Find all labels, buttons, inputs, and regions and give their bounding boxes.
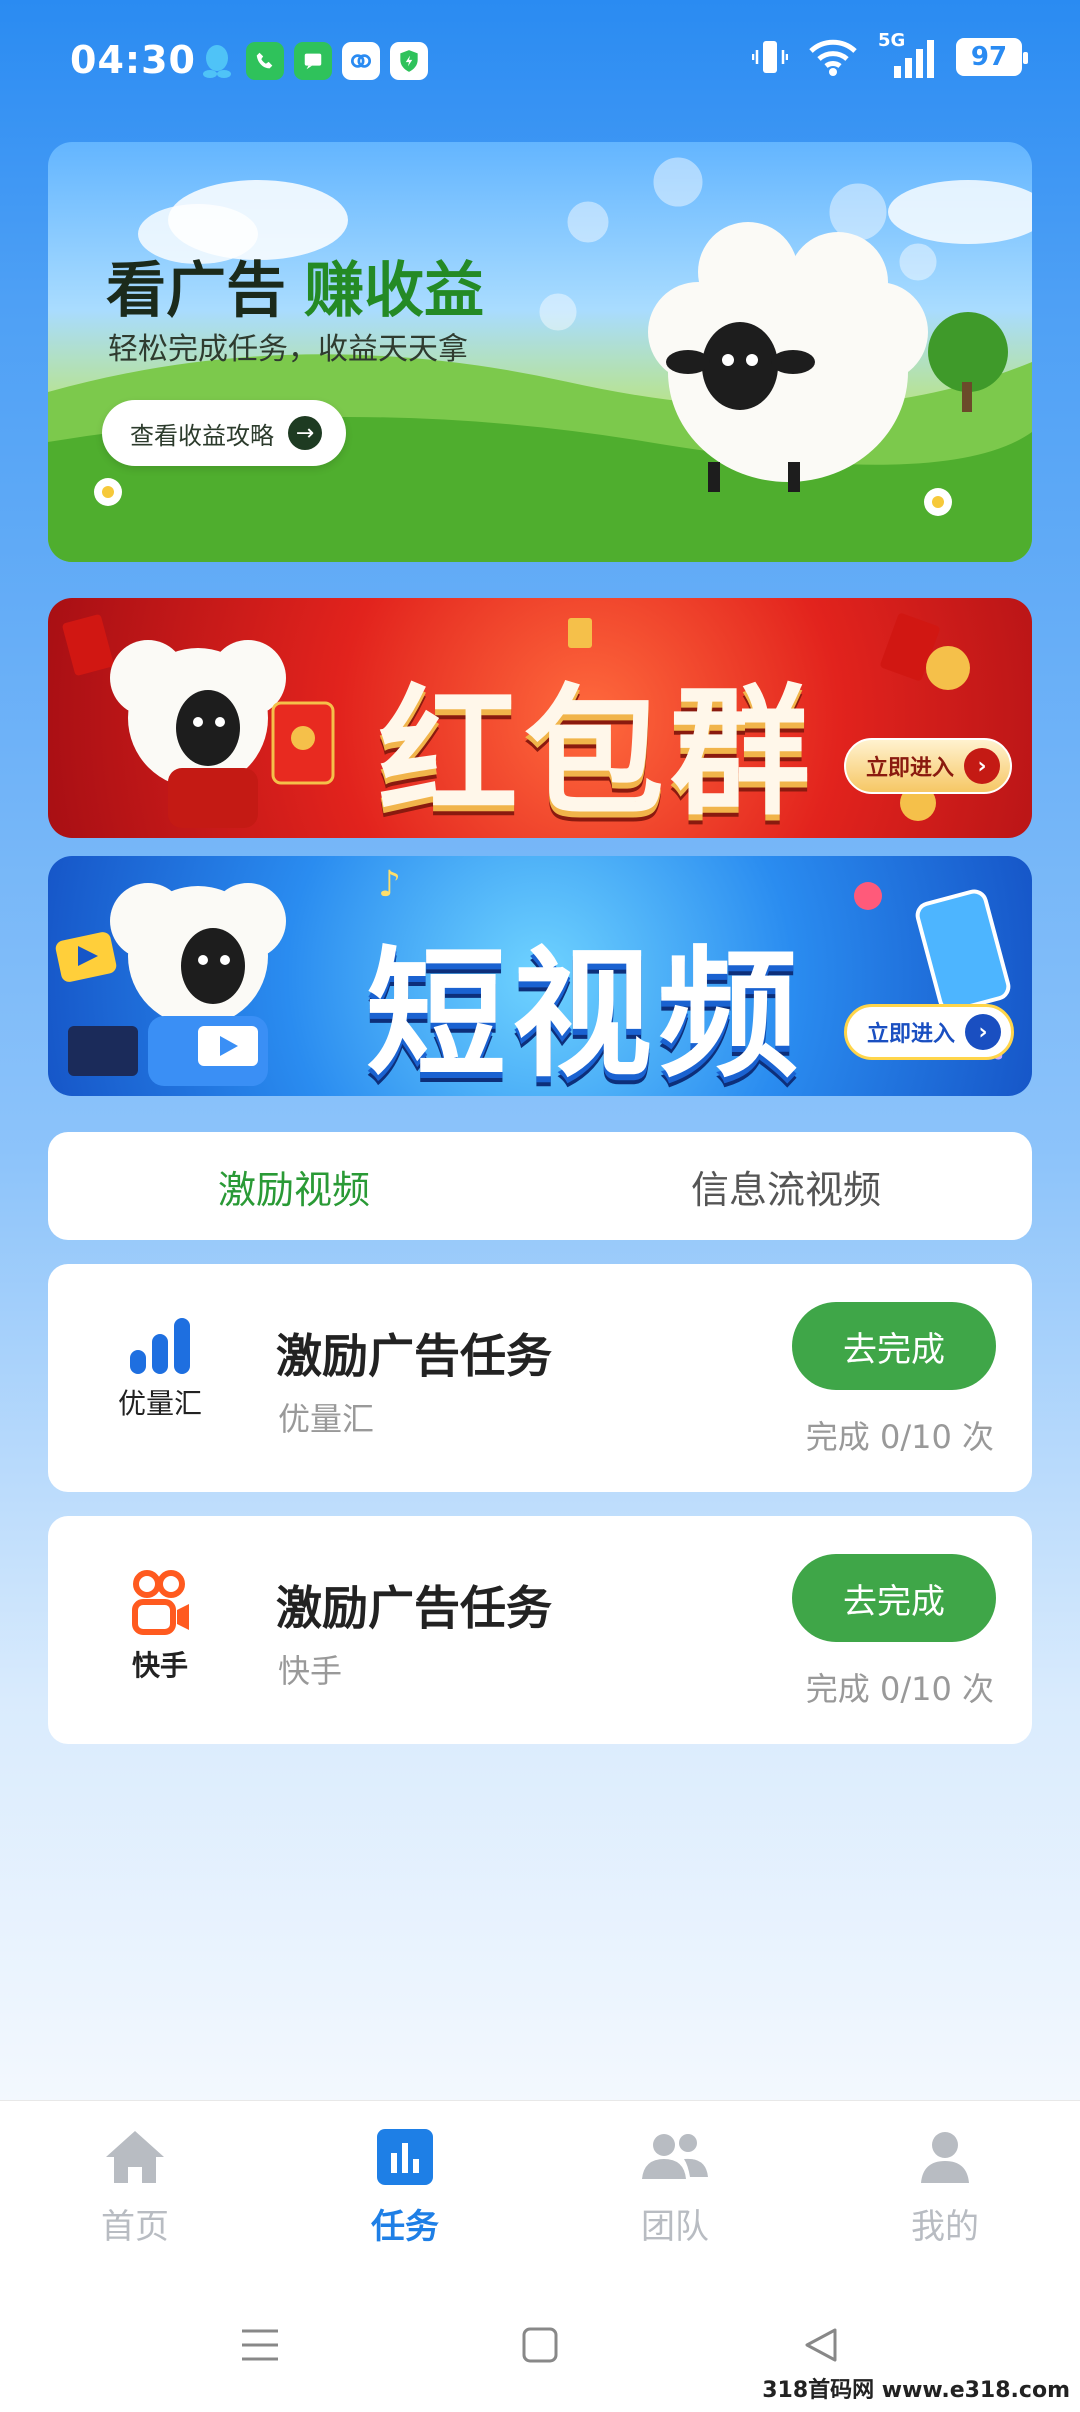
link-app-icon — [342, 42, 380, 80]
task-card-youlianghui: 优量汇 激励广告任务 优量汇 去完成 完成 0/10 次 — [48, 1264, 1032, 1492]
red-packet-enter-label: 立即进入 — [865, 756, 954, 781]
bottom-nav: 首页 任务 团队 我的 — [0, 2100, 1080, 2278]
wifi-icon — [809, 39, 857, 76]
sheep-illustration — [110, 640, 335, 828]
menu-icon — [242, 2329, 278, 2361]
task-logo-name: 快手 — [131, 1649, 188, 1682]
status-bar: 04:30 5G 97 — [0, 0, 1080, 125]
task-progress: 完成 0/10 次 — [805, 1670, 994, 1708]
back-triangle-icon — [805, 2328, 837, 2362]
task-progress: 完成 0/10 次 — [805, 1418, 994, 1456]
red-packet-title: 红包群 — [378, 672, 817, 835]
chart-icon — [377, 2129, 433, 2185]
nav-item-home[interactable]: 首页 — [0, 2101, 270, 2278]
home-button[interactable] — [510, 2315, 570, 2375]
notification-icons — [198, 42, 428, 80]
go-complete-button[interactable]: 去完成 — [792, 1302, 996, 1390]
kuaishou-camera-logo-icon — [132, 1570, 189, 1635]
earn-banner[interactable]: 看广告 赚收益 轻松完成任务，收益天天拿 查看收益攻略 → — [48, 142, 1032, 562]
go-complete-button[interactable]: 去完成 — [792, 1554, 996, 1642]
short-video-enter-button[interactable]: 立即进入 › — [843, 1004, 1014, 1060]
short-video-banner[interactable]: ♪ ♫ 短视频 立即进入 › — [48, 856, 1032, 1096]
youlianghui-logo: 优量汇 — [110, 1316, 210, 1422]
earn-banner-subtitle: 轻松完成任务，收益天天拿 — [108, 332, 468, 367]
chevron-right-icon: › — [964, 748, 1000, 784]
task-card-kuaishou: 快手 激励广告任务 快手 去完成 完成 0/10 次 — [48, 1516, 1032, 1744]
red-packet-group-banner[interactable]: 红包群 立即进入 › — [48, 598, 1032, 838]
bar-signal-logo-icon — [130, 1318, 190, 1374]
nav-label: 任务 — [371, 2207, 439, 2247]
cellular-signal-icon: 5G — [878, 30, 936, 78]
arrow-right-icon: → — [288, 416, 322, 450]
user-icon — [921, 2132, 969, 2183]
nav-item-mine[interactable]: 我的 — [810, 2101, 1080, 2278]
task-title: 激励广告任务 — [276, 1329, 552, 1383]
square-home-icon — [522, 2327, 558, 2363]
task-logo-name: 优量汇 — [117, 1387, 202, 1420]
nav-item-tasks[interactable]: 任务 — [270, 2101, 540, 2278]
tab-incentive-video[interactable]: 激励视频 — [48, 1132, 540, 1240]
battery-indicator: 97 — [956, 38, 1028, 76]
menu-button[interactable] — [230, 2315, 290, 2375]
video-type-tabs: 激励视频 信息流视频 — [48, 1132, 1032, 1240]
earn-banner-title-accent: 赚收益 — [304, 256, 484, 326]
qq-icon — [198, 42, 236, 80]
view-earnings-guide-label: 查看收益攻略 — [130, 421, 274, 450]
kuaishou-logo: 快手 — [110, 1568, 210, 1684]
home-icon — [106, 2131, 164, 2183]
vibrate-icon — [752, 41, 788, 73]
back-button[interactable] — [790, 2315, 850, 2375]
short-video-enter-label: 立即进入 — [866, 1022, 955, 1047]
nav-item-team[interactable]: 团队 — [540, 2101, 810, 2278]
shield-icon — [390, 42, 428, 80]
tab-feed-video[interactable]: 信息流视频 — [540, 1132, 1032, 1240]
nav-label: 团队 — [641, 2207, 709, 2247]
view-earnings-guide-button[interactable]: 查看收益攻略 → — [102, 400, 346, 466]
short-video-title: 短视频 — [366, 934, 805, 1096]
red-packet-enter-button[interactable]: 立即进入 › — [843, 738, 1012, 794]
task-title: 激励广告任务 — [276, 1581, 552, 1635]
battery-level: 97 — [970, 42, 1008, 72]
team-icon — [642, 2134, 708, 2179]
chevron-right-icon: › — [965, 1014, 1001, 1050]
message-icon — [294, 42, 332, 80]
svg-text:♪: ♪ — [378, 864, 401, 905]
nav-label: 我的 — [911, 2207, 979, 2247]
task-source: 优量汇 — [278, 1400, 375, 1438]
nav-label: 首页 — [101, 2207, 169, 2247]
earn-banner-title: 看广告 赚收益 — [106, 256, 484, 326]
status-time: 04:30 — [70, 38, 196, 82]
status-indicators: 5G 97 — [752, 30, 1028, 78]
watermark: 318首码网 www.e318.com — [762, 2378, 1070, 2403]
phone-icon — [246, 42, 284, 80]
task-source: 快手 — [278, 1652, 343, 1690]
